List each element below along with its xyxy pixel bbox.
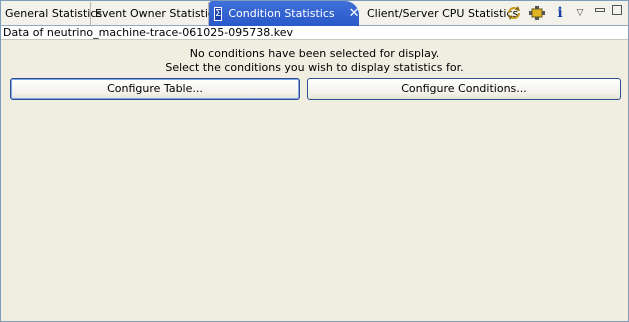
sigma-icon: Σ xyxy=(214,6,223,21)
tab-bar: General Statistics Event Owner Statistic… xyxy=(1,1,628,26)
tab-label: General Statistics xyxy=(5,7,103,20)
settings-icon[interactable] xyxy=(528,4,546,22)
tab-client-server-cpu-statistics[interactable]: Client/Server CPU Statistics xyxy=(363,2,518,25)
info-icon[interactable]: i xyxy=(551,4,569,22)
configure-table-button[interactable]: Configure Table... xyxy=(10,78,300,100)
close-icon[interactable]: ✕ xyxy=(349,6,360,21)
maximize-icon[interactable] xyxy=(612,5,622,15)
tab-label: Condition Statistics xyxy=(228,7,335,20)
menu-glyph: ▽ xyxy=(576,8,584,18)
data-source-text: Data of neutrino_machine-trace-061025-09… xyxy=(3,26,293,39)
tab-label: Event Owner Statistics xyxy=(95,7,220,20)
button-label: Configure Table... xyxy=(107,82,203,95)
condition-statistics-view: General Statistics Event Owner Statistic… xyxy=(0,0,629,322)
tab-event-owner-statistics[interactable]: Event Owner Statistics xyxy=(91,2,220,25)
message-line-1: No conditions have been selected for dis… xyxy=(189,47,440,60)
tab-general-statistics[interactable]: General Statistics xyxy=(1,2,102,25)
minimize-icon[interactable] xyxy=(595,8,605,12)
data-source-label: Data of neutrino_machine-trace-061025-09… xyxy=(1,26,628,40)
sync-icon[interactable] xyxy=(505,4,523,22)
tab-label: Client/Server CPU Statistics xyxy=(367,7,519,20)
info-glyph: i xyxy=(557,5,563,21)
empty-state-message: No conditions have been selected for dis… xyxy=(1,47,628,75)
view-menu-icon[interactable]: ▽ xyxy=(571,4,589,22)
tab-condition-statistics[interactable]: Σ Condition Statistics ✕ xyxy=(209,1,360,26)
button-label: Configure Conditions... xyxy=(401,82,527,95)
configure-conditions-button[interactable]: Configure Conditions... xyxy=(307,78,621,100)
message-line-2: Select the conditions you wish to displa… xyxy=(165,61,464,74)
